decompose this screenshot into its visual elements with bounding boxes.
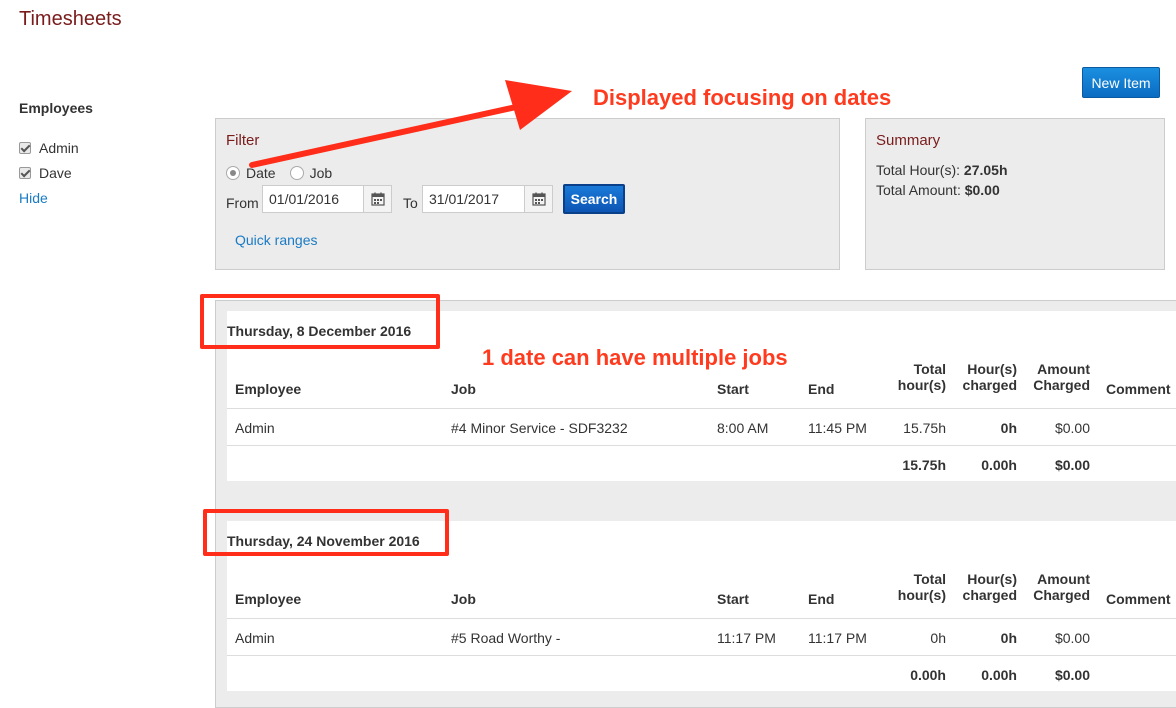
employee-filter-dave[interactable]: Dave (19, 165, 72, 181)
col-job: Job (451, 381, 476, 397)
col-total-hours: Total hour(s) (897, 571, 946, 603)
col-hours-charged: Hour(s) charged (962, 361, 1017, 393)
radio-job[interactable] (289, 166, 304, 180)
annotation-dates-note: Displayed focusing on dates (593, 85, 892, 110)
amount-charged-sum: $0.00 (1054, 667, 1090, 683)
col-amount-charged: Amount Charged (1033, 361, 1090, 393)
calendar-icon[interactable] (363, 186, 391, 212)
to-date-field[interactable] (422, 185, 553, 213)
col-end: End (808, 591, 835, 607)
cell-job: #4 Minor Service - SDF3232 (451, 420, 628, 436)
cell-end: 11:17 PM (808, 630, 867, 646)
annotation-highlight-box (200, 294, 440, 349)
cell-amount-charged: $0.00 (1054, 420, 1090, 436)
employee-name: Dave (39, 165, 72, 181)
filter-title: Filter (226, 132, 260, 149)
quick-ranges-link[interactable]: Quick ranges (235, 232, 317, 248)
col-comment: Comment (1106, 591, 1171, 607)
cell-job: #5 Road Worthy - (451, 630, 561, 646)
amount-charged-sum: $0.00 (1054, 457, 1090, 473)
page-title: Timesheets (19, 8, 122, 30)
hours-charged-sum: 0.00h (981, 457, 1017, 473)
cell-amount-charged: $0.00 (1054, 630, 1090, 646)
total-amount-label: Total Amount: (876, 182, 961, 198)
cell-total-hours: 0h (930, 630, 946, 646)
table-row[interactable]: Admin #4 Minor Service - SDF3232 8:00 AM… (227, 408, 1176, 445)
cell-hours-charged: 0h (1000, 630, 1017, 646)
to-label: To (403, 195, 418, 211)
total-hours-sum: 0.00h (910, 667, 946, 683)
cell-employee: Admin (235, 420, 275, 436)
summary-total-amount: Total Amount: $0.00 (876, 182, 1000, 198)
radio-job-label: Job (309, 165, 333, 181)
from-label: From (226, 195, 259, 211)
summary-total-hours: Total Hour(s): 27.05h (876, 162, 1008, 178)
checkbox-checked-icon[interactable] (19, 142, 31, 154)
col-comment: Comment (1106, 381, 1171, 397)
filter-panel: Filter Date Job From To Search Quick ran… (215, 118, 840, 270)
annotation-jobs-note: 1 date can have multiple jobs (482, 345, 788, 370)
cell-start: 8:00 AM (717, 420, 769, 436)
col-amount-charged: Amount Charged (1033, 571, 1090, 603)
calendar-icon[interactable] (524, 186, 552, 212)
employee-name: Admin (39, 140, 79, 156)
checkbox-checked-icon[interactable] (19, 167, 31, 179)
totals-row: 0.00h 0.00h $0.00 (227, 655, 1176, 691)
summary-panel: Summary Total Hour(s): 27.05h Total Amou… (865, 118, 1165, 270)
search-button[interactable]: Search (563, 184, 625, 214)
cell-end: 11:45 PM (808, 420, 867, 436)
radio-date[interactable] (226, 166, 240, 180)
new-item-button[interactable]: New Item (1082, 67, 1160, 98)
col-start: Start (717, 381, 749, 397)
total-hours-sum: 15.75h (902, 457, 946, 473)
col-hours-charged: Hour(s) charged (962, 571, 1017, 603)
col-start: Start (717, 591, 749, 607)
total-hours-value: 27.05h (963, 162, 1008, 178)
from-date-input[interactable] (263, 186, 363, 212)
totals-row: 15.75h 0.00h $0.00 (227, 445, 1176, 481)
employee-filter-admin[interactable]: Admin (19, 140, 79, 156)
cell-hours-charged: 0h (1000, 420, 1017, 436)
col-job: Job (451, 591, 476, 607)
filter-mode-group: Date Job (226, 165, 332, 181)
summary-title: Summary (876, 132, 941, 149)
table-row[interactable]: Admin #5 Road Worthy - 11:17 PM 11:17 PM… (227, 618, 1176, 655)
radio-date-label: Date (246, 165, 276, 181)
cell-employee: Admin (235, 630, 275, 646)
to-date-input[interactable] (423, 186, 524, 212)
total-amount-value: $0.00 (964, 182, 1000, 198)
hours-charged-sum: 0.00h (981, 667, 1017, 683)
total-hours-label: Total Hour(s): (876, 162, 961, 178)
employees-heading: Employees (19, 100, 93, 116)
annotation-highlight-box (203, 509, 449, 556)
col-employee: Employee (235, 381, 302, 397)
cell-total-hours: 15.75h (903, 420, 946, 436)
cell-start: 11:17 PM (717, 630, 776, 646)
hide-employees-link[interactable]: Hide (19, 190, 48, 206)
col-end: End (808, 381, 835, 397)
from-date-field[interactable] (262, 185, 392, 213)
col-employee: Employee (235, 591, 302, 607)
col-total-hours: Total hour(s) (897, 361, 946, 393)
